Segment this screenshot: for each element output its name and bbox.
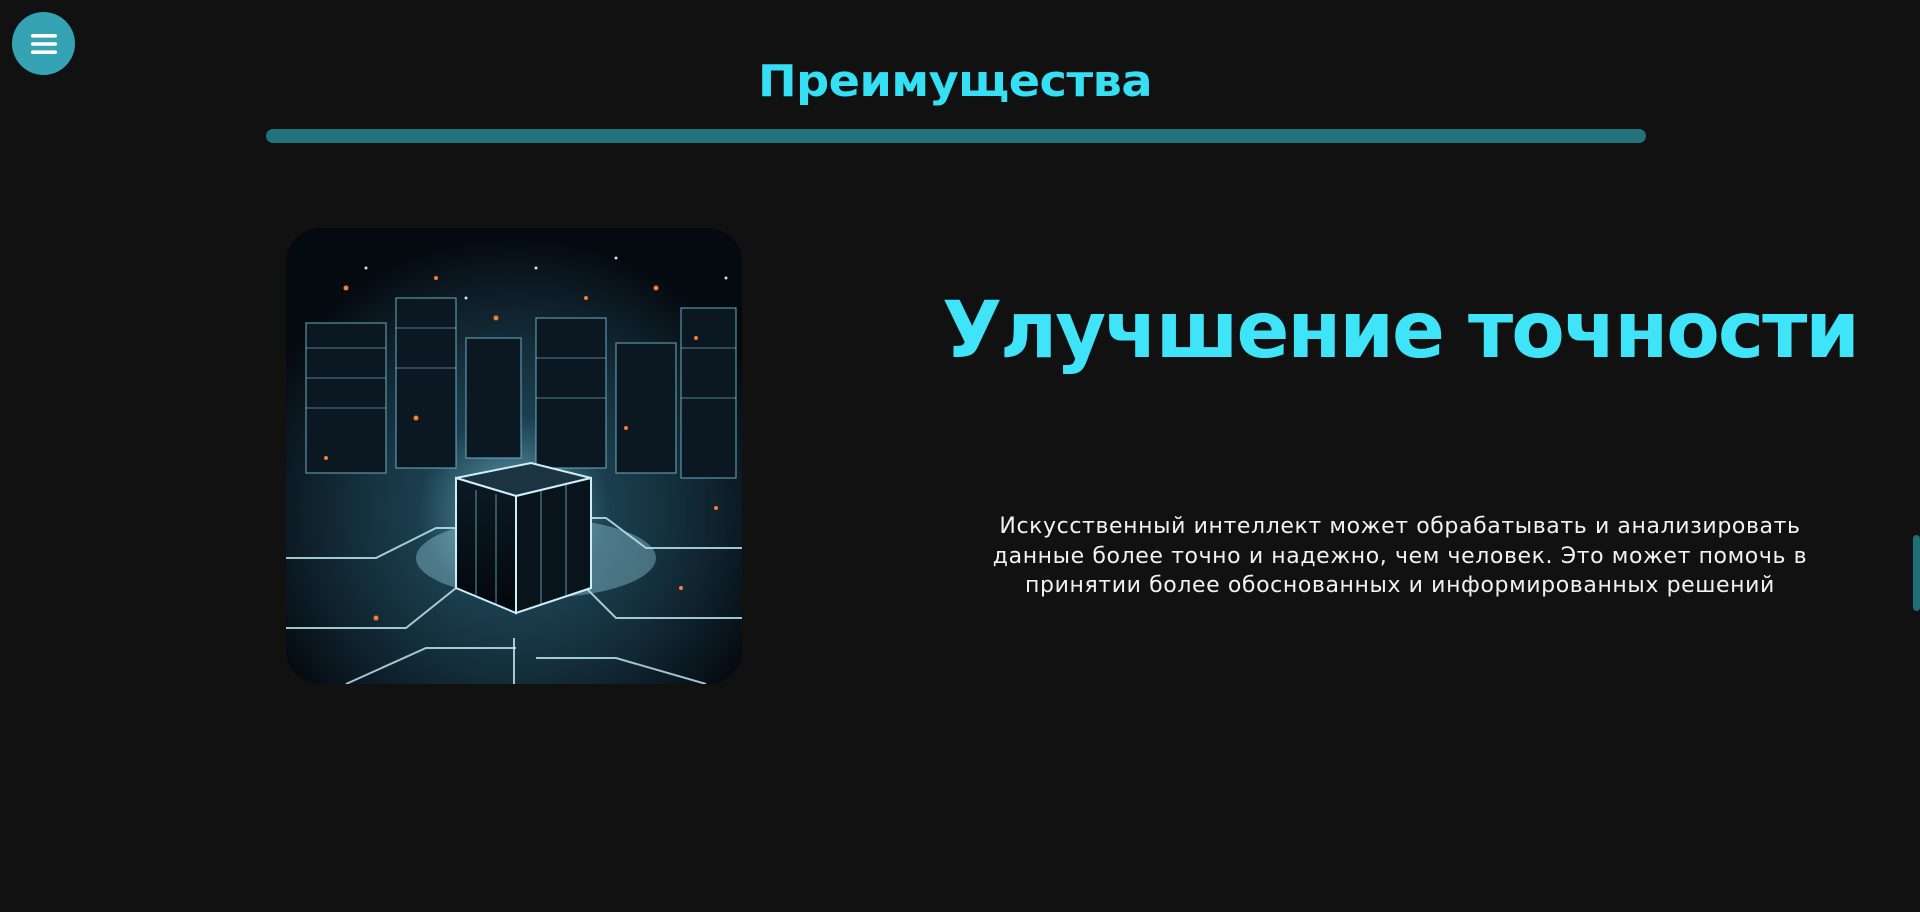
feature-image [286, 228, 742, 684]
feature-description: Искусственный интеллект может обрабатыва… [992, 514, 1808, 598]
hamburger-menu-icon [30, 33, 57, 54]
page: Преимущества Улучшение точности Искусств… [0, 0, 1920, 912]
section-title: Преимущества [757, 56, 1153, 107]
scrollbar-thumb[interactable] [1913, 535, 1920, 611]
feature-heading: Улучшение точности [942, 286, 1860, 376]
title-divider [266, 129, 1646, 143]
